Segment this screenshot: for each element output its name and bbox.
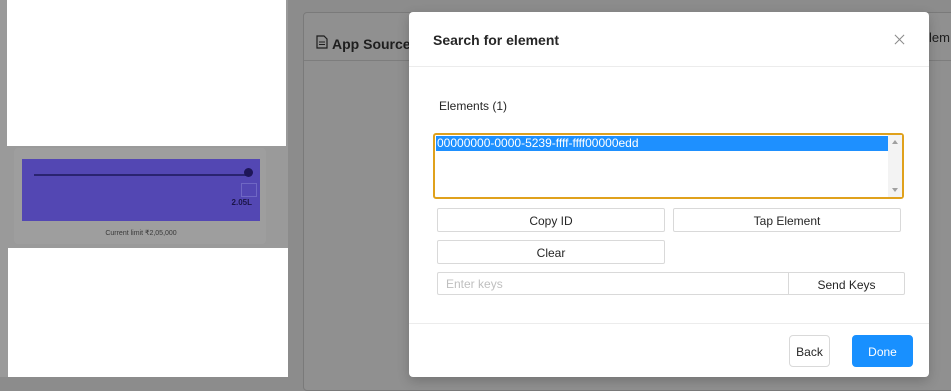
done-button[interactable]: Done <box>852 335 913 367</box>
modal-footer: Back Done <box>409 323 929 378</box>
limit-slider-track <box>34 174 248 176</box>
modal-header: Search for element <box>409 12 929 67</box>
app-source-title-text: App Source <box>332 35 411 52</box>
scroll-down-icon[interactable] <box>892 188 898 192</box>
file-icon <box>316 35 328 52</box>
send-keys-button[interactable]: Send Keys <box>788 272 905 295</box>
limit-value: 2.05L <box>231 198 252 207</box>
scroll-up-icon[interactable] <box>892 140 898 144</box>
elements-listbox[interactable]: 00000000-0000-5239-ffff-ffff00000edd <box>433 133 904 199</box>
app-source-title: App Source <box>316 35 411 52</box>
listbox-scrollbar[interactable] <box>888 135 902 197</box>
search-element-modal: Search for element Elements (1) 00000000… <box>409 12 929 377</box>
limit-slider-knob <box>244 168 253 177</box>
limit-slider-marker <box>241 183 257 197</box>
list-item[interactable]: 00000000-0000-5239-ffff-ffff00000edd <box>436 136 889 151</box>
truncated-panel-title: lem <box>929 30 950 45</box>
device-screen-area: 2.05L Current limit ₹2,05,000 <box>0 0 288 377</box>
modal-title: Search for element <box>433 32 560 48</box>
screenshot-blank-region-top <box>7 0 286 146</box>
current-limit-caption: Current limit ₹2,05,000 <box>105 230 177 237</box>
credit-limit-panel: 2.05L <box>22 159 260 221</box>
clear-button[interactable]: Clear <box>437 240 665 264</box>
screenshot-blank-region-bottom <box>8 248 288 377</box>
send-keys-input[interactable] <box>437 272 789 295</box>
close-icon[interactable] <box>892 32 908 48</box>
copy-id-button[interactable]: Copy ID <box>437 208 665 232</box>
tap-element-button[interactable]: Tap Element <box>673 208 901 232</box>
elements-count-label: Elements (1) <box>439 99 508 113</box>
back-button[interactable]: Back <box>789 335 830 367</box>
